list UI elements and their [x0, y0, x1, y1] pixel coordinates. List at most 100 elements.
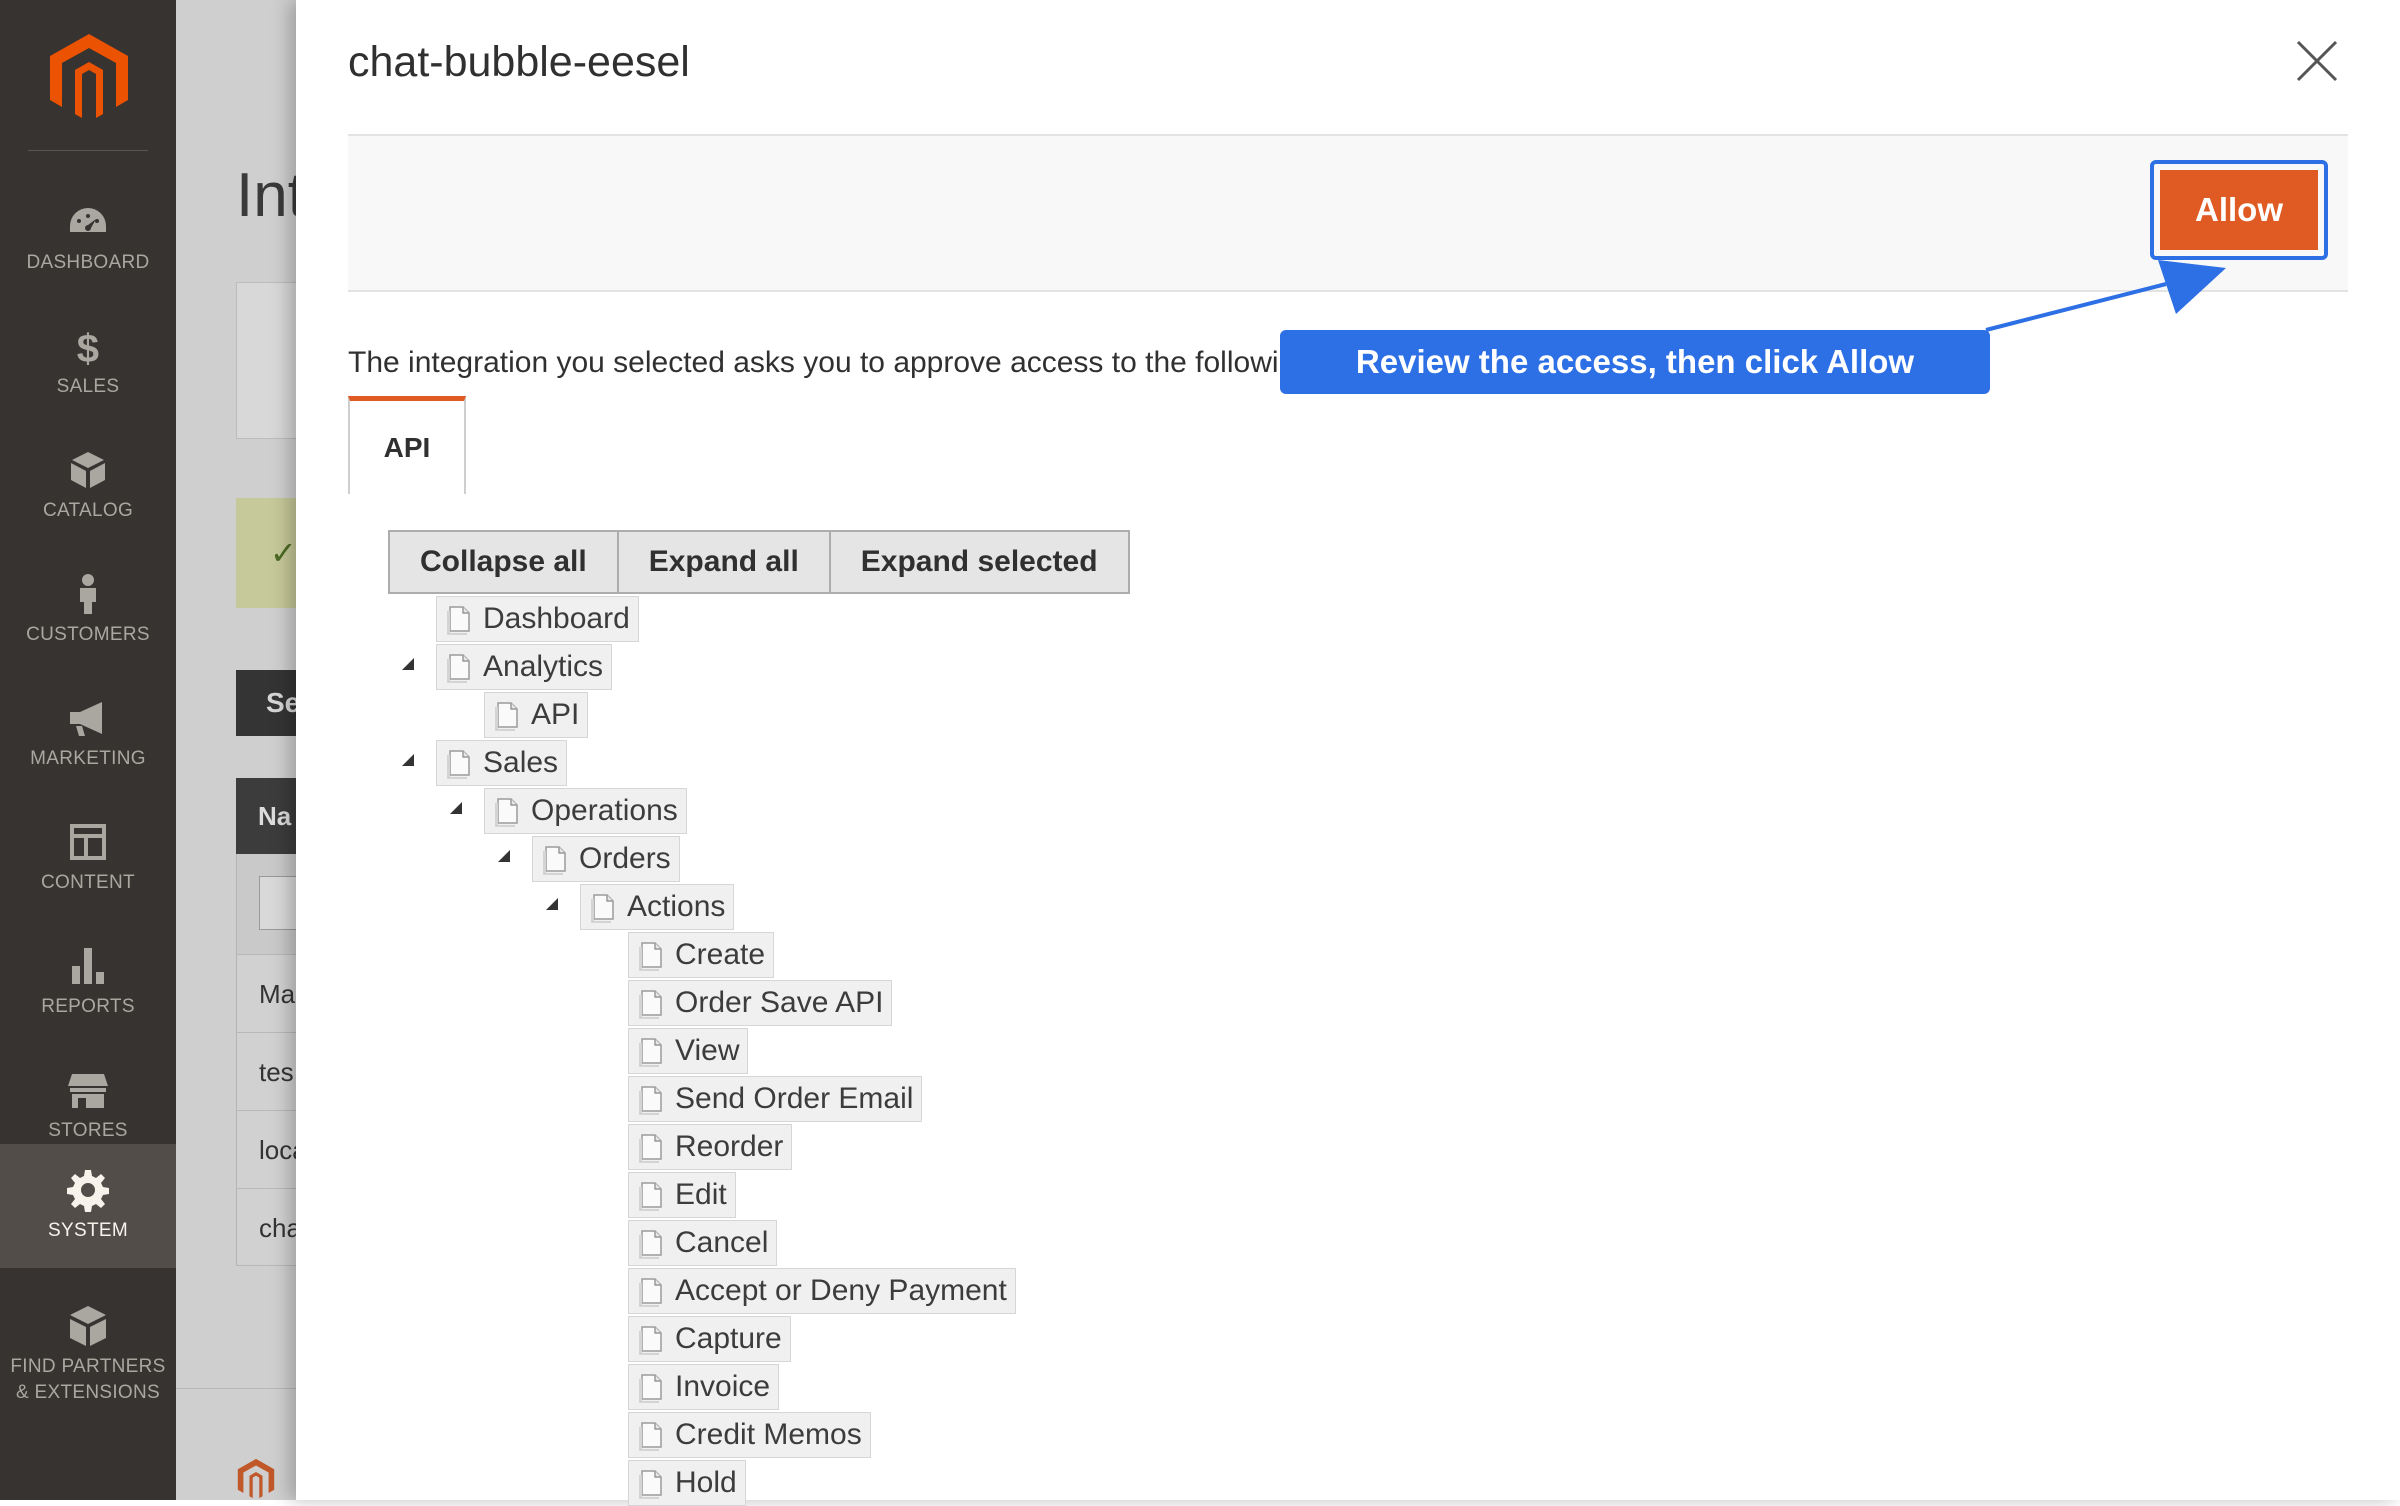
tree-node-label: Sales — [483, 746, 559, 779]
nav-item-customers[interactable]: CUSTOMERS — [0, 548, 176, 672]
table-filter-row — [236, 854, 296, 954]
tree-node[interactable]: Credit Memos — [628, 1412, 871, 1458]
page-icon — [639, 1230, 662, 1259]
nav-label: SYSTEM — [48, 1220, 128, 1241]
nav-item-marketing[interactable]: MARKETING — [0, 672, 176, 796]
page-icon — [639, 1470, 662, 1499]
table-row: tes — [236, 1032, 296, 1110]
nav-label: SALES — [56, 376, 120, 397]
page-icon — [447, 654, 470, 683]
page-icon — [639, 942, 662, 971]
tree-node[interactable]: Actions — [580, 884, 735, 930]
tree-node-label: Dashboard — [483, 602, 630, 635]
nav-label: CUSTOMERS — [26, 624, 150, 645]
nav-item-catalog[interactable]: CATALOG — [0, 424, 176, 548]
tree-node[interactable]: Accept or Deny Payment — [628, 1268, 1016, 1314]
nav-label: CONTENT — [41, 872, 135, 893]
box-icon — [71, 452, 105, 488]
tree-node[interactable]: Capture — [628, 1316, 791, 1362]
tab-api[interactable]: API — [348, 396, 466, 494]
tree-node[interactable]: Cancel — [628, 1220, 778, 1266]
filter-input — [259, 876, 296, 930]
nav-label: MARKETING — [30, 748, 146, 769]
blocks-icon — [70, 1306, 106, 1346]
nav-item-dashboard[interactable]: DASHBOARD — [0, 176, 176, 300]
tree-node[interactable]: View — [628, 1028, 749, 1074]
page-icon — [447, 750, 470, 779]
tree-node-label: View — [675, 1034, 740, 1067]
tree-toggle-icon[interactable] — [402, 754, 414, 766]
allow-button[interactable]: Allow — [2160, 170, 2318, 250]
page-icon — [591, 894, 614, 923]
tree-node-label: Hold — [675, 1466, 737, 1499]
tree-node-label: Cancel — [675, 1226, 769, 1259]
close-icon[interactable] — [2294, 38, 2340, 84]
tree-node-label: Capture — [675, 1322, 782, 1355]
nav-label: DASHBOARD — [26, 252, 150, 273]
tree-toggle-icon[interactable] — [402, 658, 414, 670]
nav-item-content[interactable]: CONTENT — [0, 796, 176, 920]
page-icon — [639, 1326, 662, 1355]
footer-divider — [176, 1388, 296, 1389]
storefront-icon — [68, 1074, 108, 1108]
tree-node-label: Order Save API — [675, 986, 884, 1019]
dollar-icon: $ — [77, 327, 99, 368]
table-header: Na — [236, 778, 296, 854]
tree-toggle-icon[interactable] — [546, 898, 558, 910]
tree-node-label: Credit Memos — [675, 1418, 862, 1451]
tree-node[interactable]: Hold — [628, 1460, 746, 1506]
page-icon — [639, 1278, 662, 1307]
nav-item-system[interactable]: SYSTEM — [0, 1144, 176, 1268]
page-icon — [447, 606, 470, 635]
nav-label: REPORTS — [41, 996, 135, 1017]
page-actions-box — [236, 282, 296, 439]
callout-arrow-icon — [1985, 260, 2226, 332]
tree-node[interactable]: Invoice — [628, 1364, 780, 1410]
nav-item-reports[interactable]: REPORTS — [0, 920, 176, 1044]
dashboard-gauge-icon — [70, 208, 106, 232]
bar-chart-icon — [72, 948, 104, 984]
expand-selected-button[interactable]: Expand selected — [828, 530, 1130, 594]
tree-controls: Collapse all Expand all Expand selected — [388, 530, 1130, 594]
page-icon — [639, 1374, 662, 1403]
nav-label: FIND PARTNERS — [10, 1356, 166, 1377]
success-message: ✓ — [236, 498, 296, 608]
tree-node[interactable]: Reorder — [628, 1124, 793, 1170]
tree-toggle-icon[interactable] — [498, 850, 510, 862]
magento-logo-icon[interactable] — [48, 32, 130, 122]
tree-node[interactable]: Edit — [628, 1172, 736, 1218]
tree-node[interactable]: Operations — [484, 788, 687, 834]
nav-item-sales[interactable]: $ SALES — [0, 300, 176, 424]
nav-item-find-partners[interactable]: FIND PARTNERS & EXTENSIONS — [0, 1280, 176, 1430]
tree-node-label: Send Order Email — [675, 1082, 914, 1115]
integration-modal: chat-bubble-eesel Allow The integration … — [296, 0, 2400, 1506]
tree-node[interactable]: Analytics — [436, 644, 613, 690]
megaphone-icon — [70, 702, 102, 736]
tree-node[interactable]: Orders — [532, 836, 680, 882]
page-icon — [639, 1422, 662, 1451]
tree-node[interactable]: Order Save API — [628, 980, 893, 1026]
page-icon — [639, 1038, 662, 1067]
check-icon: ✓ — [270, 535, 296, 571]
gear-icon — [67, 1170, 109, 1212]
person-icon — [80, 574, 96, 614]
nav-label: CATALOG — [42, 500, 134, 521]
admin-sidebar: DASHBOARD $ SALES CATALOG CUSTOMERS MARK… — [0, 0, 176, 1500]
tree-node[interactable]: Create — [628, 932, 775, 978]
tree-node[interactable]: Dashboard — [436, 596, 639, 642]
tree-node[interactable]: Send Order Email — [628, 1076, 923, 1122]
tree-node-label: Analytics — [483, 650, 604, 683]
page-icon — [639, 1182, 662, 1211]
nav-label: STORES — [48, 1120, 128, 1141]
tree-node-label: Edit — [675, 1178, 727, 1211]
modal-title: chat-bubble-eesel — [348, 38, 690, 86]
page-icon — [495, 702, 518, 731]
collapse-all-button[interactable]: Collapse all — [388, 530, 619, 594]
expand-all-button[interactable]: Expand all — [616, 530, 831, 594]
tree-node[interactable]: Sales — [436, 740, 568, 786]
tree-node-label: Operations — [531, 794, 678, 827]
tree-toggle-icon[interactable] — [450, 802, 462, 814]
instruction-callout: Review the access, then click Allow — [1280, 330, 1990, 394]
tree-node[interactable]: API — [484, 692, 589, 738]
intro-text: The integration you selected asks you to… — [348, 346, 1321, 379]
